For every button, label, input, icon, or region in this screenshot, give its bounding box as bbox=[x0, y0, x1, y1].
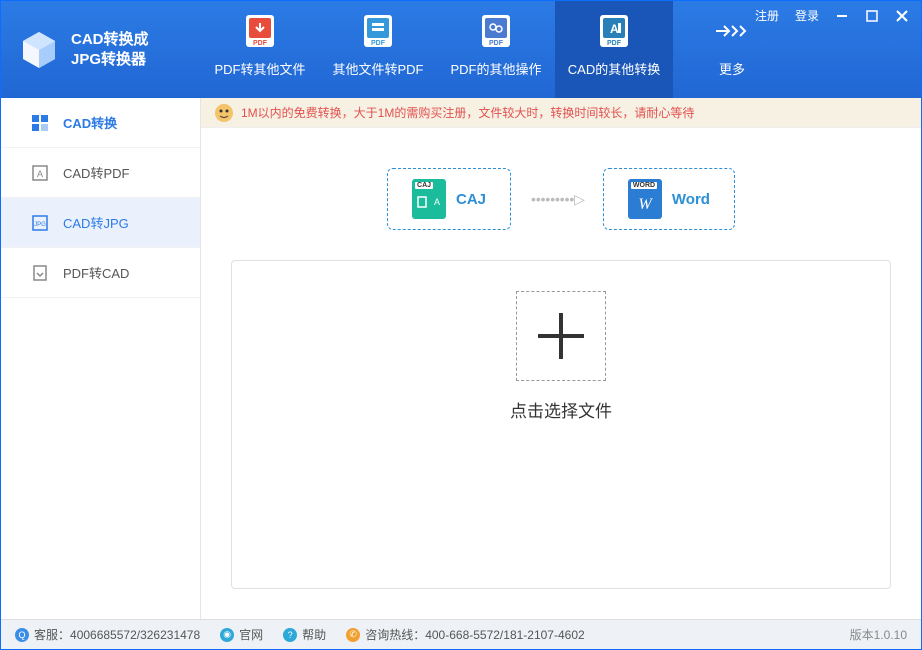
sidebar-item-label: CAD转JPG bbox=[63, 213, 129, 232]
penguin-icon: Q bbox=[15, 628, 29, 642]
logo-area: CAD转换成 JPG转换器 bbox=[1, 1, 201, 98]
sidebar-item-cad-convert[interactable]: CAD转换 bbox=[1, 98, 200, 148]
tab-pdf-other-ops[interactable]: PDF PDF的其他操作 bbox=[437, 1, 555, 98]
tab-other-to-pdf[interactable]: PDF 其他文件转PDF bbox=[319, 1, 437, 98]
sidebar-item-label: CAD转换 bbox=[63, 113, 117, 132]
app-logo-icon bbox=[17, 28, 61, 72]
add-file-button[interactable] bbox=[516, 291, 606, 381]
file-drop-area[interactable]: 点击选择文件 bbox=[231, 260, 891, 589]
window-controls: 注册 登录 bbox=[747, 3, 917, 28]
target-format-label: Word bbox=[672, 191, 710, 208]
tab-label: PDF的其他操作 bbox=[450, 59, 541, 78]
pdf-blue-icon: PDF bbox=[360, 13, 396, 49]
tab-label: 更多 bbox=[719, 59, 745, 78]
svg-text:PDF: PDF bbox=[371, 40, 386, 47]
caj-file-icon: CAJ A bbox=[412, 179, 446, 219]
tab-label: 其他文件转PDF bbox=[332, 59, 423, 78]
tab-cad-other[interactable]: A PDF CAD的其他转换 bbox=[555, 1, 673, 98]
footer-hotline[interactable]: ✆ 咨询热线： 400-668-5572/181-2107-4602 bbox=[346, 626, 584, 643]
phone-icon: ✆ bbox=[346, 628, 360, 642]
app-title: CAD转换成 JPG转换器 bbox=[71, 30, 149, 69]
close-button[interactable] bbox=[887, 4, 917, 28]
word-file-icon: WORD W bbox=[628, 179, 662, 219]
svg-text:A: A bbox=[610, 22, 619, 36]
svg-text:JPG: JPG bbox=[34, 222, 46, 228]
svg-text:W: W bbox=[638, 196, 653, 213]
notice-bar: 1M以内的免费转换，大于1M的需购买注册，文件较大时，转换时间较长，请耐心等待 bbox=[201, 98, 921, 128]
svg-text:PDF: PDF bbox=[489, 40, 504, 47]
svg-text:A: A bbox=[37, 169, 43, 179]
tab-label: PDF转其他文件 bbox=[214, 59, 305, 78]
jpg-icon: JPG bbox=[31, 214, 49, 232]
sidebar-item-label: CAD转PDF bbox=[63, 163, 129, 182]
svg-text:A: A bbox=[434, 197, 440, 207]
header: CAD转换成 JPG转换器 PDF PDF转其他文件 PDF 其他文件转PDF … bbox=[1, 1, 921, 98]
svg-text:PDF: PDF bbox=[607, 40, 622, 47]
sidebar-item-cad-to-pdf[interactable]: A CAD转PDF bbox=[1, 148, 200, 198]
notice-text: 1M以内的免费转换，大于1M的需购买注册，文件较大时，转换时间较长，请耐心等待 bbox=[241, 104, 694, 121]
sidebar-item-label: PDF转CAD bbox=[63, 263, 129, 282]
source-format-box: CAJ A CAJ bbox=[387, 168, 511, 230]
minimize-button[interactable] bbox=[827, 4, 857, 28]
pdf-gear-icon: PDF bbox=[478, 13, 514, 49]
register-button[interactable]: 注册 bbox=[747, 3, 787, 28]
toolbar: PDF PDF转其他文件 PDF 其他文件转PDF PDF PDF的其他操作 A… bbox=[201, 1, 791, 98]
maximize-button[interactable] bbox=[857, 4, 887, 28]
plus-icon bbox=[534, 309, 588, 363]
tab-label: CAD的其他转换 bbox=[568, 59, 660, 78]
grid-icon bbox=[31, 114, 49, 132]
tab-pdf-to-other[interactable]: PDF PDF转其他文件 bbox=[201, 1, 319, 98]
conversion-diagram: CAJ A CAJ • • • • • • • • • ▷ WORD W Wor… bbox=[201, 128, 921, 260]
footer-help[interactable]: ? 帮助 bbox=[283, 626, 326, 643]
cad-icon: A PDF bbox=[596, 13, 632, 49]
more-arrow-icon bbox=[714, 13, 750, 49]
drop-text: 点击选择文件 bbox=[510, 397, 612, 422]
source-format-label: CAJ bbox=[456, 191, 486, 208]
sidebar-item-cad-to-jpg[interactable]: JPG CAD转JPG bbox=[1, 198, 200, 248]
main-content: 1M以内的免费转换，大于1M的需购买注册，文件较大时，转换时间较长，请耐心等待 … bbox=[201, 98, 921, 619]
footer-site[interactable]: ◉ 官网 bbox=[220, 626, 263, 643]
cad-doc-icon: A bbox=[31, 164, 49, 182]
help-icon: ? bbox=[283, 628, 297, 642]
globe-icon: ◉ bbox=[220, 628, 234, 642]
pdf-doc-icon bbox=[31, 264, 49, 282]
target-format-box: WORD W Word bbox=[603, 168, 735, 230]
login-button[interactable]: 登录 bbox=[787, 3, 827, 28]
footer: Q 客服： 4006685572/326231478 ◉ 官网 ? 帮助 ✆ 咨… bbox=[1, 619, 921, 649]
pdf-red-icon: PDF bbox=[242, 13, 278, 49]
arrow-icon: • • • • • • • • • ▷ bbox=[531, 191, 583, 208]
mascot-icon bbox=[213, 102, 235, 124]
svg-text:PDF: PDF bbox=[253, 40, 268, 47]
sidebar-item-pdf-to-cad[interactable]: PDF转CAD bbox=[1, 248, 200, 298]
sidebar: CAD转换 A CAD转PDF JPG CAD转JPG PDF转CAD bbox=[1, 98, 201, 619]
footer-service[interactable]: Q 客服： 4006685572/326231478 bbox=[15, 626, 200, 643]
version-label: 版本1.0.10 bbox=[850, 626, 907, 643]
